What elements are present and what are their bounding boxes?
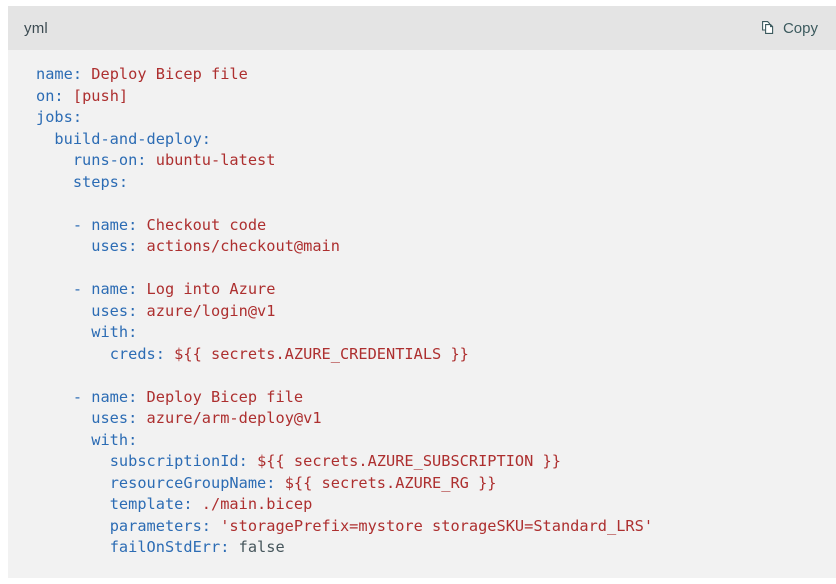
code-block-header: yml Copy bbox=[8, 6, 836, 50]
code-token-plain bbox=[275, 474, 284, 492]
code-line: on: [push] bbox=[36, 87, 128, 105]
code-token-plain bbox=[64, 87, 73, 105]
code-token-plain bbox=[248, 452, 257, 470]
code-token-bool: false bbox=[239, 538, 285, 556]
code-token-plain bbox=[193, 495, 202, 513]
code-line: - name: Log into Azure bbox=[36, 280, 275, 298]
code-token-plain bbox=[137, 280, 146, 298]
code-content: name: Deploy Bicep file on: [push] jobs:… bbox=[36, 64, 836, 559]
code-token-plain bbox=[165, 345, 174, 363]
copy-icon bbox=[760, 20, 776, 36]
code-line: with: bbox=[36, 431, 137, 449]
code-body: name: Deploy Bicep file on: [push] jobs:… bbox=[8, 50, 836, 569]
language-label: yml bbox=[24, 20, 48, 37]
code-line bbox=[36, 258, 836, 280]
code-token-key: build-and-deploy: bbox=[54, 130, 211, 148]
copy-button[interactable]: Copy bbox=[756, 18, 822, 38]
code-line: creds: ${{ secrets.AZURE_CREDENTIALS }} bbox=[36, 345, 469, 363]
code-line: resourceGroupName: ${{ secrets.AZURE_RG … bbox=[36, 474, 497, 492]
code-token-plain bbox=[137, 302, 146, 320]
code-line: failOnStdErr: false bbox=[36, 538, 285, 556]
code-line: runs-on: ubuntu-latest bbox=[36, 151, 275, 169]
code-token-str: 'storagePrefix=mystore storageSKU=Standa… bbox=[220, 517, 653, 535]
code-token-str: ${{ secrets.AZURE_SUBSCRIPTION }} bbox=[257, 452, 561, 470]
code-token-key: - name: bbox=[73, 216, 137, 234]
code-token-str: ${{ secrets.AZURE_RG }} bbox=[285, 474, 497, 492]
code-token-str: [push] bbox=[73, 87, 128, 105]
copy-button-label: Copy bbox=[783, 21, 818, 36]
code-token-key: - name: bbox=[73, 280, 137, 298]
code-line bbox=[36, 193, 836, 215]
code-token-plain bbox=[82, 65, 91, 83]
code-token-str: ./main.bicep bbox=[202, 495, 313, 513]
code-token-key: resourceGroupName: bbox=[110, 474, 276, 492]
code-token-key: jobs: bbox=[36, 108, 82, 126]
code-token-key: parameters: bbox=[110, 517, 211, 535]
code-token-key: creds: bbox=[110, 345, 165, 363]
code-token-plain bbox=[137, 388, 146, 406]
code-line: name: Deploy Bicep file bbox=[36, 65, 248, 83]
code-token-str: ubuntu-latest bbox=[156, 151, 276, 169]
code-token-plain bbox=[211, 517, 220, 535]
code-token-key: subscriptionId: bbox=[110, 452, 248, 470]
code-token-str: actions/checkout@main bbox=[147, 237, 340, 255]
code-line: jobs: bbox=[36, 108, 82, 126]
code-line bbox=[36, 365, 836, 387]
code-token-str: Log into Azure bbox=[147, 280, 276, 298]
code-token-str: ${{ secrets.AZURE_CREDENTIALS }} bbox=[174, 345, 469, 363]
code-line: steps: bbox=[36, 173, 128, 191]
code-token-key: uses: bbox=[91, 237, 137, 255]
code-line: build-and-deploy: bbox=[36, 130, 211, 148]
code-line: with: bbox=[36, 323, 137, 341]
code-token-key: name: bbox=[36, 65, 82, 83]
code-token-str: azure/login@v1 bbox=[147, 302, 276, 320]
code-token-key: uses: bbox=[91, 302, 137, 320]
code-line: template: ./main.bicep bbox=[36, 495, 312, 513]
code-block-card: yml Copy name: Deploy Bicep file on: [pu… bbox=[8, 6, 836, 578]
code-token-plain bbox=[229, 538, 238, 556]
code-token-plain bbox=[137, 237, 146, 255]
code-token-plain bbox=[137, 216, 146, 234]
code-token-plain bbox=[137, 409, 146, 427]
code-line: - name: Deploy Bicep file bbox=[36, 388, 303, 406]
code-token-str: azure/arm-deploy@v1 bbox=[147, 409, 322, 427]
code-token-key: runs-on: bbox=[73, 151, 147, 169]
code-line: uses: actions/checkout@main bbox=[36, 237, 340, 255]
code-token-key: with: bbox=[91, 323, 137, 341]
code-line: subscriptionId: ${{ secrets.AZURE_SUBSCR… bbox=[36, 452, 561, 470]
code-token-key: template: bbox=[110, 495, 193, 513]
code-token-str: Checkout code bbox=[147, 216, 267, 234]
code-token-str: Deploy Bicep file bbox=[147, 388, 304, 406]
code-token-key: uses: bbox=[91, 409, 137, 427]
code-token-key: on: bbox=[36, 87, 64, 105]
code-token-key: steps: bbox=[73, 173, 128, 191]
code-line: - name: Checkout code bbox=[36, 216, 266, 234]
code-line: parameters: 'storagePrefix=mystore stora… bbox=[36, 517, 653, 535]
code-line: uses: azure/login@v1 bbox=[36, 302, 275, 320]
code-token-key: failOnStdErr: bbox=[110, 538, 230, 556]
code-token-plain bbox=[147, 151, 156, 169]
code-token-str: Deploy Bicep file bbox=[91, 65, 248, 83]
code-token-key: - name: bbox=[73, 388, 137, 406]
code-line: uses: azure/arm-deploy@v1 bbox=[36, 409, 322, 427]
code-token-key: with: bbox=[91, 431, 137, 449]
